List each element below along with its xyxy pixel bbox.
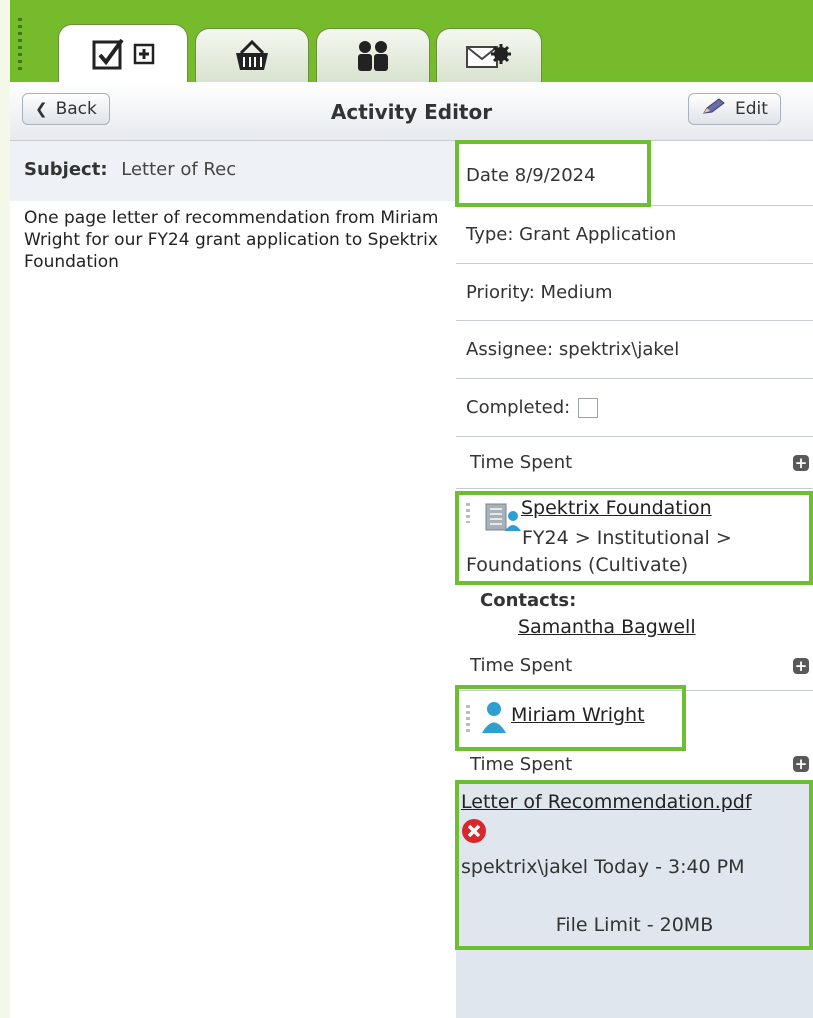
plus-box-icon [133, 43, 155, 65]
basket-icon [233, 39, 271, 73]
add-time-icon[interactable]: + [793, 756, 809, 772]
highlight-date [455, 140, 651, 207]
add-time-icon[interactable]: + [793, 657, 809, 674]
edit-button-label: Edit [735, 99, 768, 119]
time-spent-label: Time Spent [470, 753, 573, 775]
subject-value: Letter of Rec [121, 159, 237, 180]
highlight-file [455, 780, 813, 950]
subject-label: Subject: [24, 159, 108, 180]
assignee-row[interactable]: Assignee: spektrix\jakel [456, 321, 813, 379]
people-icon [353, 39, 393, 73]
completed-checkbox[interactable] [578, 397, 599, 418]
highlight-organization [455, 491, 813, 585]
mail-gear-icon [465, 41, 513, 71]
pencil-icon [701, 97, 727, 121]
tab-mail-settings[interactable] [436, 28, 542, 83]
activity-description: One page letter of recommendation from M… [24, 208, 439, 272]
type-row[interactable]: Type: Grant Application [456, 206, 813, 264]
add-time-icon[interactable]: + [793, 454, 809, 471]
assignee-value: Assignee: spektrix\jakel [466, 339, 680, 360]
edit-button[interactable]: Edit [688, 93, 781, 125]
type-value: Type: Grant Application [466, 224, 677, 245]
time-spent-label: Time Spent [470, 452, 573, 473]
completed-row: Completed: [456, 379, 813, 437]
completed-label: Completed: [466, 397, 571, 418]
highlight-person [455, 685, 686, 751]
time-spent-row: Time Spent + [456, 641, 813, 691]
priority-row[interactable]: Priority: Medium [456, 264, 813, 321]
drag-grip-icon[interactable] [18, 18, 22, 74]
contacts-label: Contacts: [480, 590, 577, 611]
checkbox-icon [91, 37, 125, 71]
tab-basket[interactable] [195, 28, 309, 83]
subject-row: Subject: Letter of Rec [10, 141, 456, 201]
contact-link[interactable]: Samantha Bagwell [518, 616, 696, 638]
priority-value: Priority: Medium [466, 281, 613, 303]
tab-activities[interactable] [58, 24, 188, 83]
tab-people[interactable] [316, 28, 430, 83]
time-spent-row: Time Spent + [456, 437, 813, 489]
time-spent-label: Time Spent [470, 655, 573, 676]
